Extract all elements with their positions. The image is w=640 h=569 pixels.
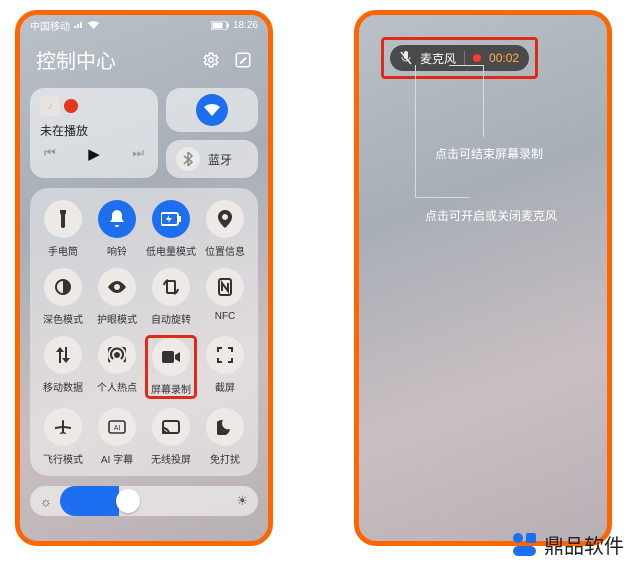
bluetooth-label: 蓝牙 [208, 151, 232, 168]
control-center-header: 控制中心 [20, 35, 268, 88]
ai-subtitle-icon: AI [98, 408, 136, 446]
mic-muted-icon[interactable] [400, 51, 412, 65]
tile-hotspot[interactable]: 个人热点 [92, 336, 142, 398]
status-bar: 中国移动 18:26 [20, 15, 268, 35]
record-dot-icon[interactable] [473, 54, 481, 62]
mic-label: 麦克风 [420, 50, 456, 67]
auto-rotate-icon [152, 268, 190, 306]
tile-label: 护眼模式 [97, 311, 137, 326]
tile-flashlight[interactable]: 手电筒 [38, 200, 88, 258]
location-icon [206, 200, 244, 238]
tile-label: 手电筒 [48, 243, 78, 258]
record-timer: 00:02 [489, 51, 519, 65]
tile-battery-saver[interactable]: 低电量模式 [146, 200, 196, 258]
callout-mic-text: 点击可开启或关闭麦克风 [425, 207, 557, 224]
wifi-icon [196, 94, 228, 126]
battery-saver-icon [152, 200, 190, 238]
tile-label: 无线投屏 [151, 451, 191, 466]
media-play-icon[interactable]: ▶ [88, 145, 100, 163]
tile-screenshot[interactable]: 截屏 [200, 336, 250, 398]
tile-cast[interactable]: 无线投屏 [146, 408, 196, 466]
cast-icon [152, 408, 190, 446]
recording-pill[interactable]: 麦克风 00:02 [390, 45, 529, 71]
tile-label: 自动旋转 [151, 311, 191, 326]
screen-record-icon [152, 338, 190, 376]
brightness-slider[interactable]: ☼ ☀ [30, 486, 258, 516]
flashlight-icon [44, 200, 82, 238]
tile-label: 个人热点 [97, 379, 137, 394]
hotspot-icon [98, 336, 136, 374]
phone-frame-left: 中国移动 18:26 控制中心 [15, 10, 273, 546]
brand-name: 鼎品软件 [544, 530, 624, 559]
tile-nfc[interactable]: NFC [200, 268, 250, 326]
tile-label: 深色模式 [43, 311, 83, 326]
tile-dark-mode[interactable]: 深色模式 [38, 268, 88, 326]
wifi-toggle-card[interactable] [166, 88, 258, 132]
control-center-title: 控制中心 [36, 45, 116, 74]
ring-icon [98, 200, 136, 238]
music-note-icon: ♪ [40, 96, 60, 116]
clock-label: 18:26 [233, 20, 258, 31]
media-next-icon[interactable]: ⏭ [132, 145, 144, 163]
tile-label: 低电量模式 [146, 243, 196, 258]
brand-logo: 鼎品软件 [513, 530, 624, 559]
tile-label: NFC [215, 311, 236, 322]
wifi-status-icon [88, 21, 99, 29]
battery-icon [211, 21, 229, 30]
screenshot-icon [206, 336, 244, 374]
tile-location[interactable]: 位置信息 [200, 200, 250, 258]
bluetooth-icon [176, 147, 200, 171]
tile-mobile-data[interactable]: 移动数据 [38, 336, 88, 398]
carrier-label: 中国移动 [30, 18, 70, 33]
tile-label: AI 字幕 [101, 451, 133, 466]
airplane-icon [44, 408, 82, 446]
bluetooth-toggle-card[interactable]: 蓝牙 [166, 140, 258, 178]
quick-tiles-panel: 手电筒 响铃 低电量模式位置信息深色模式护眼模式自动旋转 NFC 移动数据个人热点屏幕录… [30, 188, 258, 476]
dnd-icon [206, 408, 244, 446]
brightness-high-icon: ☀ [236, 493, 248, 509]
media-card[interactable]: ♪ 未在播放 ⏮ ▶ ⏭ [30, 88, 158, 178]
svg-text:AI: AI [114, 425, 121, 432]
mobile-data-icon [44, 336, 82, 374]
tile-dnd[interactable]: 免打扰 [200, 408, 250, 466]
brand-mark-icon [513, 533, 536, 556]
eye-comfort-icon [98, 268, 136, 306]
recording-pill-highlight: 麦克风 00:02 [381, 37, 538, 79]
top-cards-row: ♪ 未在播放 ⏮ ▶ ⏭ 蓝牙 [20, 88, 268, 178]
tile-label: 屏幕录制 [151, 381, 191, 396]
tile-label: 移动数据 [43, 379, 83, 394]
tile-label: 飞行模式 [43, 451, 83, 466]
tile-label: 截屏 [215, 379, 235, 394]
media-prev-icon[interactable]: ⏮ [44, 145, 56, 163]
tile-screen-record[interactable]: 屏幕录制 [146, 336, 196, 398]
pill-separator [464, 51, 465, 65]
gear-icon[interactable] [202, 51, 220, 69]
tile-label: 免打扰 [210, 451, 240, 466]
edit-icon[interactable] [234, 51, 252, 69]
tile-auto-rotate[interactable]: 自动旋转 [146, 268, 196, 326]
tile-eye-comfort[interactable]: 护眼模式 [92, 268, 142, 326]
signal-icon [74, 21, 84, 29]
phone-frame-right: 麦克风 00:02 点击可结束屏幕录制 点击可开启或关闭麦克风 [354, 10, 612, 546]
brightness-low-icon: ☼ [40, 494, 52, 509]
nfc-icon [206, 268, 244, 306]
dark-mode-icon [44, 268, 82, 306]
tile-ring[interactable]: 响铃 [92, 200, 142, 258]
tile-label: 位置信息 [205, 243, 245, 258]
media-app-icon [64, 99, 78, 113]
media-status-label: 未在播放 [40, 122, 148, 139]
callout-stop-text: 点击可结束屏幕录制 [435, 145, 543, 162]
tile-label: 响铃 [107, 243, 127, 258]
tile-airplane[interactable]: 飞行模式 [38, 408, 88, 466]
brightness-thumb[interactable] [116, 489, 140, 513]
tile-ai-subtitle[interactable]: AI AI 字幕 [92, 408, 142, 466]
